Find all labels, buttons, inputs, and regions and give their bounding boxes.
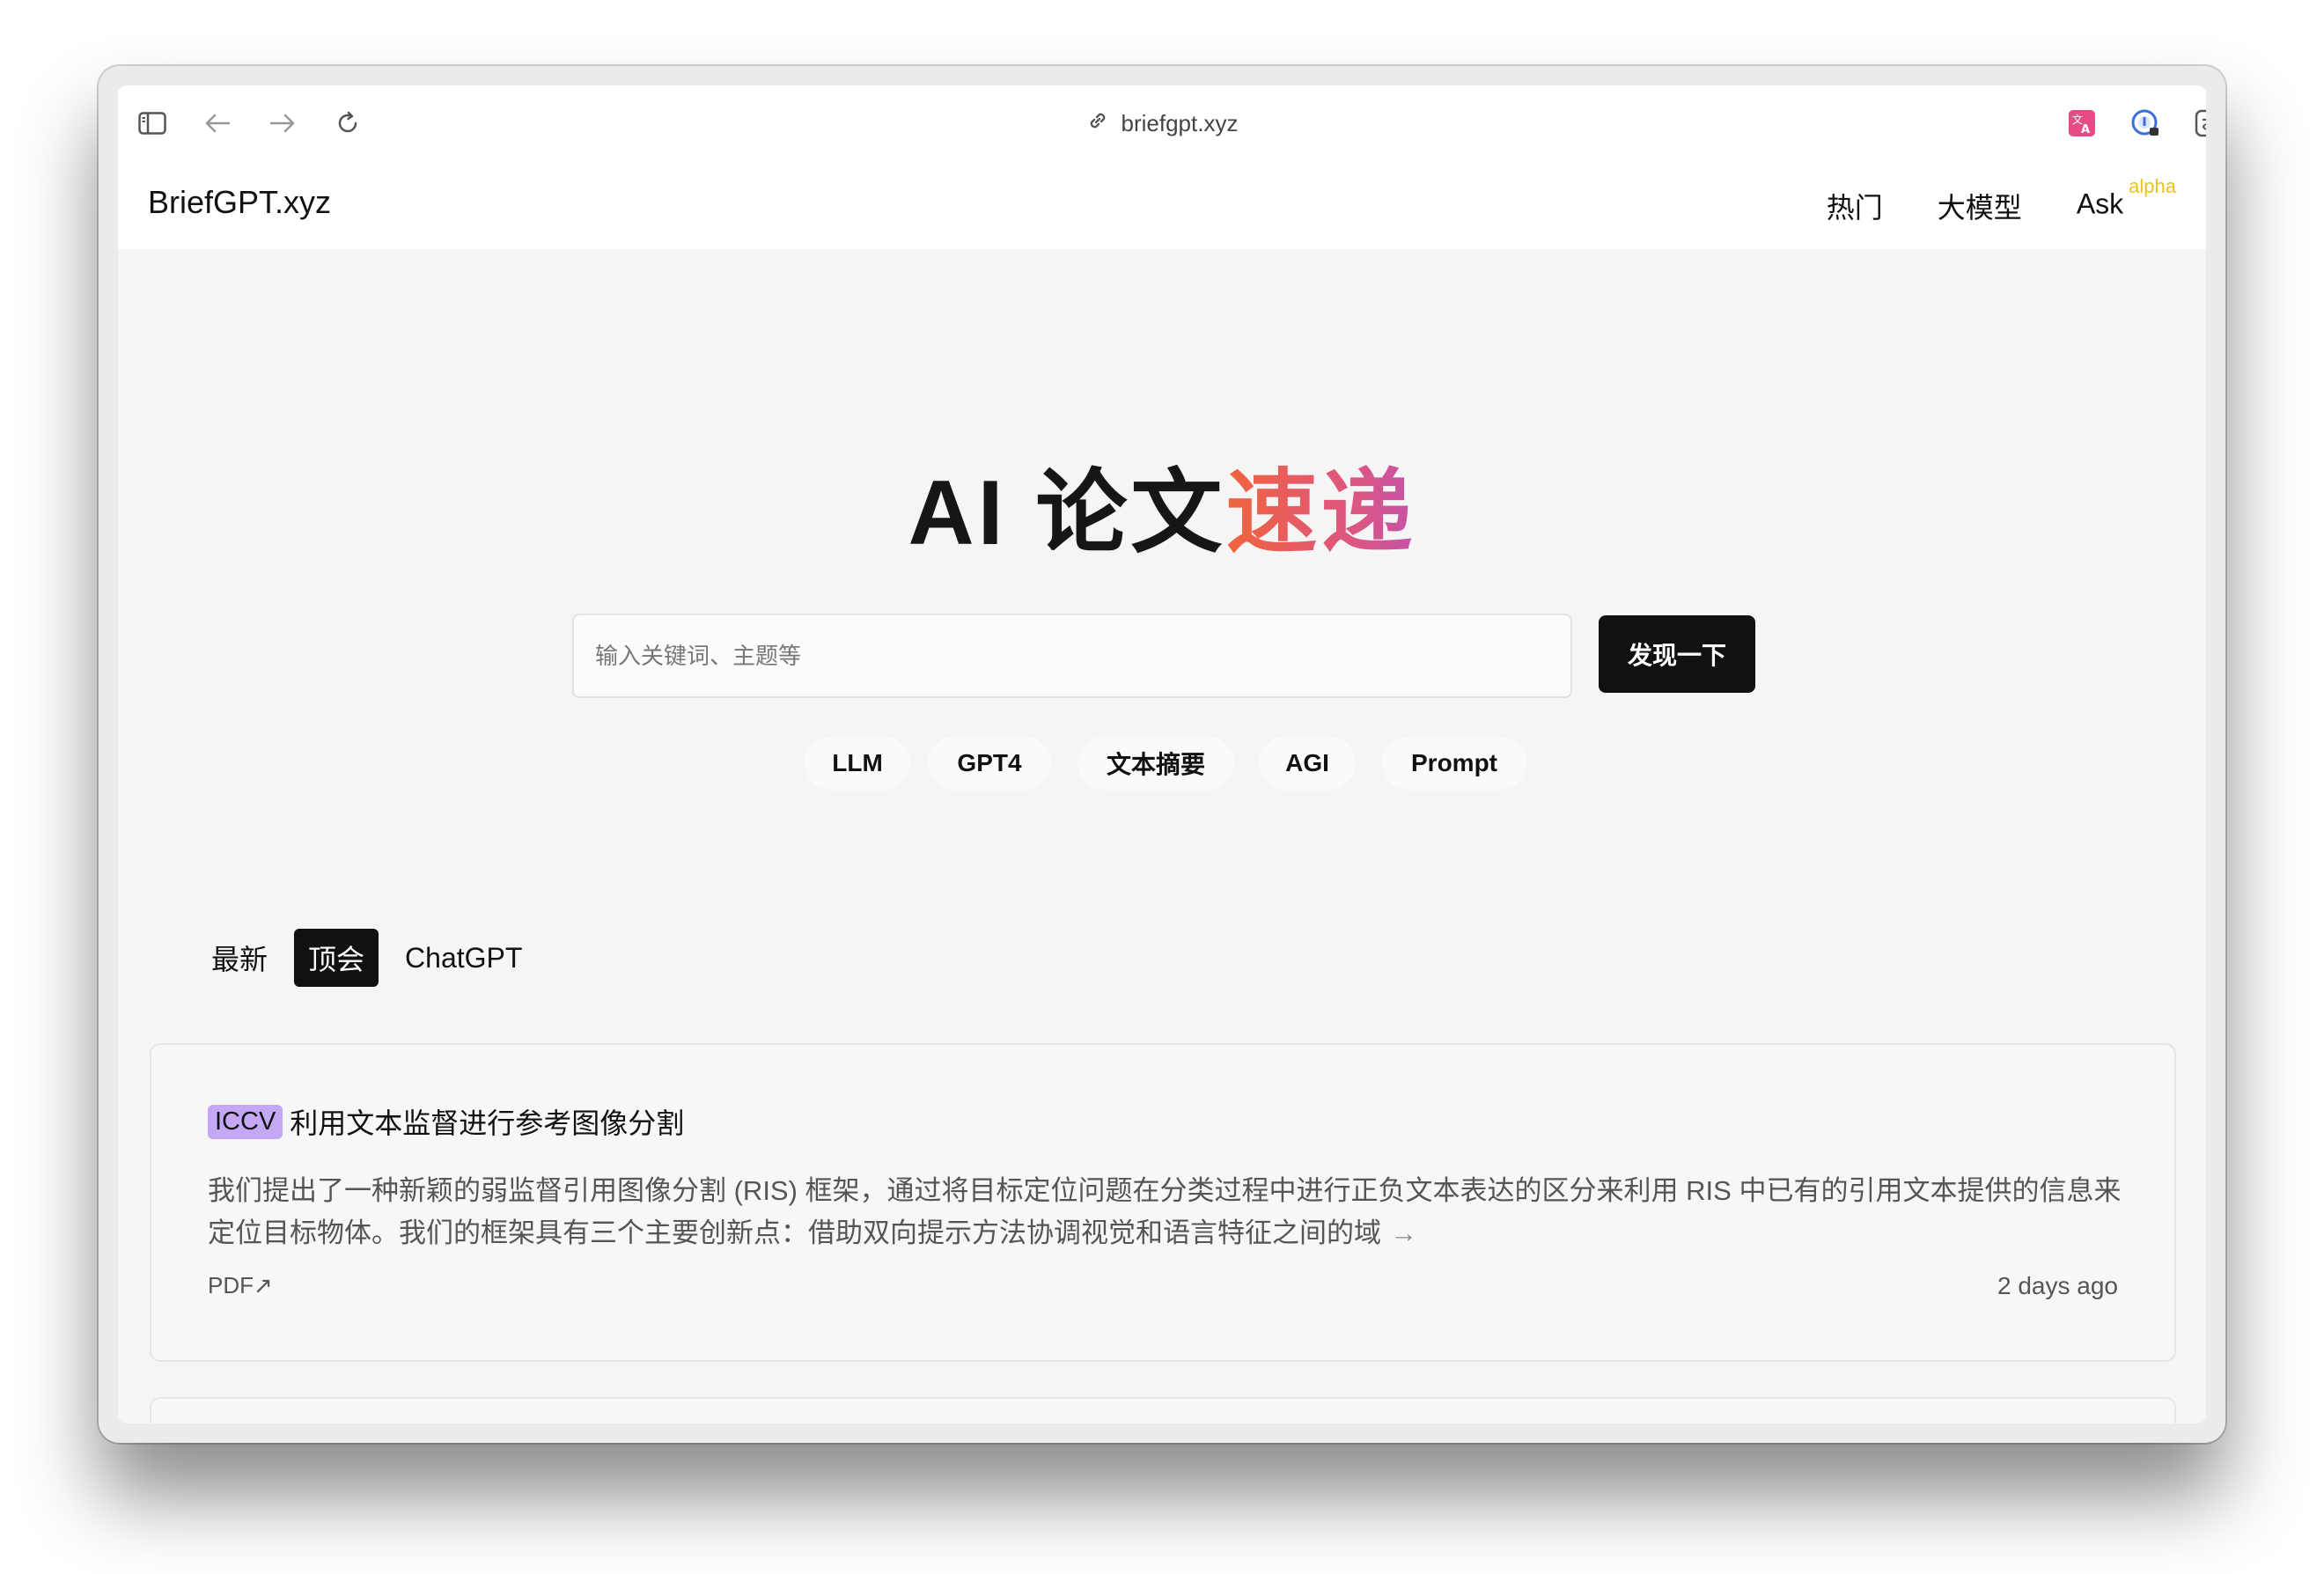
discover-button[interactable]: 发现一下 [1599, 615, 1755, 693]
nav-item-llm[interactable]: 大模型 [1938, 186, 2022, 226]
tab-latest[interactable]: 最新 [197, 929, 282, 987]
pdf-link[interactable]: PDF↗ [208, 1272, 273, 1299]
read-more-arrow-icon[interactable]: → [1390, 1217, 1417, 1248]
browser-toolbar: briefgpt.xyz 文A [118, 85, 2206, 161]
tab-top-conference[interactable]: 顶会 [294, 929, 379, 987]
chip-agi[interactable]: AGI [1259, 737, 1356, 790]
browser-window: briefgpt.xyz 文A BriefGPT.xyz 热门 大模型 Aska… [99, 66, 2225, 1443]
browser-content: briefgpt.xyz 文A BriefGPT.xyz 热门 大模型 Aska… [118, 85, 2206, 1423]
settings-sliders-icon[interactable] [2192, 107, 2206, 140]
hero-title-plain: AI 论文 [908, 462, 1226, 564]
paper-abstract-text: 我们提出了一种新颖的弱监督引用图像分割 (RIS) 框架，通过将目标定位问题在分… [208, 1175, 2122, 1248]
url-text: briefgpt.xyz [1121, 109, 1239, 136]
chip-summarization[interactable]: 文本摘要 [1077, 737, 1234, 790]
site-logo[interactable]: BriefGPT.xyz [148, 184, 331, 221]
paper-timestamp: 2 days ago [1997, 1272, 2118, 1299]
venue-badge: ICCV [208, 1104, 283, 1139]
suggestion-chips: LLM GPT4 文本摘要 AGI Prompt [118, 737, 2206, 790]
chip-prompt[interactable]: Prompt [1382, 737, 1526, 790]
main-nav: 热门 大模型 Askalpha [1827, 175, 2176, 226]
paper-title-row: ICCV 利用文本监督进行参考图像分割 [208, 1101, 684, 1142]
search-box [572, 614, 1572, 698]
nav-item-ask[interactable]: Askalpha [2076, 175, 2176, 221]
translate-extension-icon[interactable]: 文A [2065, 107, 2099, 140]
search-input[interactable] [595, 642, 1570, 670]
site-header: BriefGPT.xyz 热门 大模型 Askalpha [118, 161, 2206, 249]
tab-chatgpt[interactable]: ChatGPT [391, 933, 536, 983]
paper-abstract: 我们提出了一种新颖的弱监督引用图像分割 (RIS) 框架，通过将目标定位问题在分… [208, 1170, 2127, 1254]
nav-item-ask-label: Ask [2076, 188, 2124, 220]
password-extension-icon[interactable] [2129, 107, 2162, 140]
hero-title-accent: 速递 [1225, 462, 1416, 564]
paper-title[interactable]: 利用文本监督进行参考图像分割 [290, 1101, 684, 1142]
paper-card[interactable]: ICCV 利用文本监督进行参考图像分割 我们提出了一种新颖的弱监督引用图像分割 … [150, 1043, 2176, 1362]
nav-item-hot[interactable]: 热门 [1827, 186, 1883, 226]
svg-text:A: A [2081, 123, 2090, 136]
alpha-tag: alpha [2129, 175, 2176, 197]
category-tabs: 最新 顶会 ChatGPT [197, 929, 548, 987]
chip-llm[interactable]: LLM [805, 737, 910, 790]
address-bar[interactable]: briefgpt.xyz [118, 107, 2206, 140]
link-icon [1086, 109, 1109, 138]
hero-title: AI 论文速递 [118, 438, 2206, 570]
chip-gpt4[interactable]: GPT4 [928, 737, 1051, 790]
paper-card-next[interactable] [150, 1397, 2176, 1423]
